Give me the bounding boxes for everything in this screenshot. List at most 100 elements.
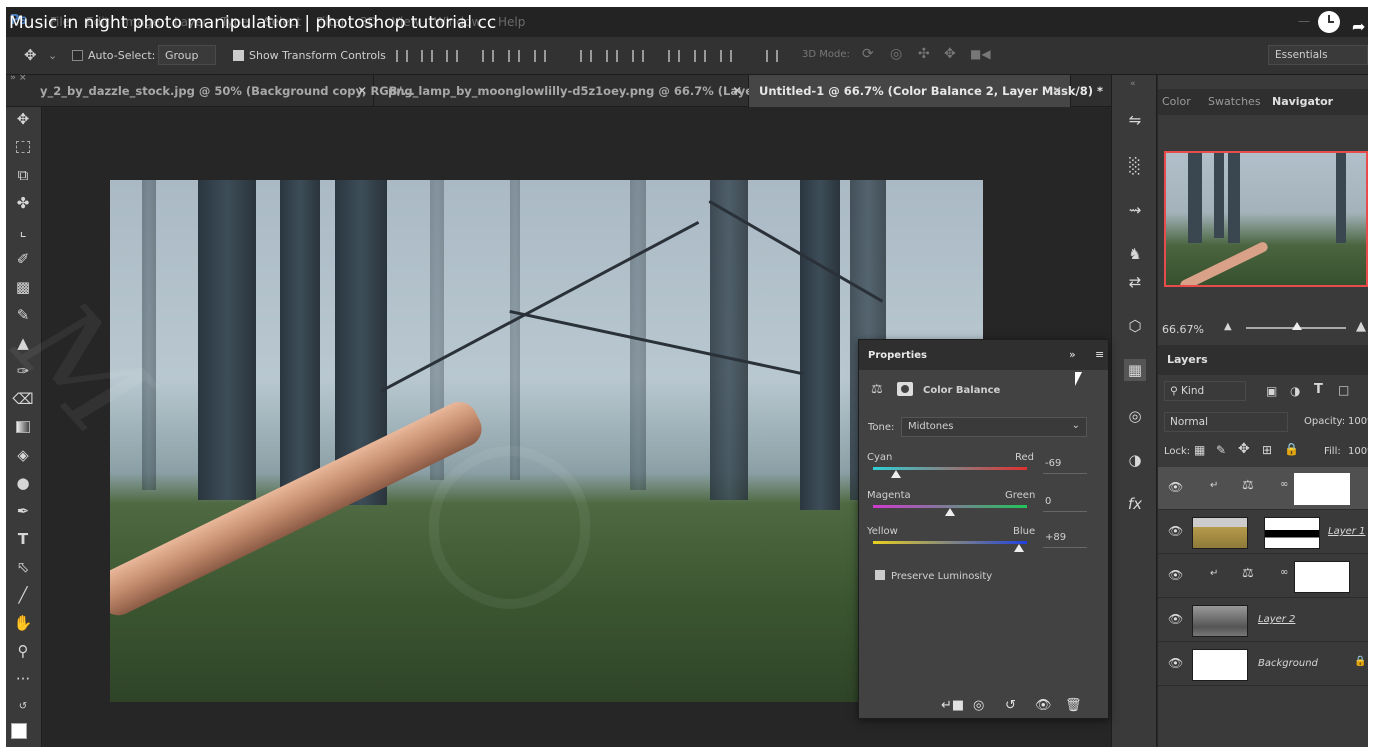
tab-navigator[interactable]: Navigator: [1272, 95, 1333, 108]
filter-adjustment-icon[interactable]: ◑: [1290, 384, 1300, 398]
blur-tool-icon[interactable]: ◈: [12, 445, 34, 465]
watch-later-clock-icon[interactable]: [1318, 11, 1340, 33]
eyedropper-tool-icon[interactable]: ✐: [12, 249, 34, 269]
brush-settings-icon[interactable]: ⇝: [1124, 199, 1146, 221]
tab-layers[interactable]: Layers: [1167, 353, 1208, 366]
menu-help[interactable]: Help: [498, 15, 525, 29]
layer-row-background[interactable]: 👁 Background 🔒: [1158, 643, 1368, 686]
magenta-green-value[interactable]: 0: [1043, 496, 1087, 512]
layer-thumbnail[interactable]: [1192, 649, 1248, 681]
gradient-tool-icon[interactable]: [12, 417, 34, 437]
layer-row-color-balance-2[interactable]: 👁 ↵ ⚖ ∞: [1158, 467, 1368, 510]
link-icon[interactable]: ∞: [1280, 567, 1288, 578]
lasso-tool-icon[interactable]: ⧉: [12, 165, 34, 185]
layer-mask-thumbnail[interactable]: [1264, 517, 1320, 549]
more-tools-icon[interactable]: ···: [12, 669, 34, 689]
tab-swatches[interactable]: Swatches: [1208, 95, 1261, 108]
layer-filter-kind[interactable]: ⚲ Kind: [1164, 381, 1246, 401]
healing-brush-tool-icon[interactable]: ▩: [12, 277, 34, 297]
align-top-icon[interactable]: [396, 50, 408, 62]
styles-icon[interactable]: fx: [1124, 493, 1146, 515]
tone-dropdown[interactable]: Midtones ⌄: [901, 417, 1087, 437]
align-left-icon[interactable]: [482, 50, 494, 62]
fill-value[interactable]: 100%: [1348, 446, 1368, 457]
lock-image-icon[interactable]: ✎: [1216, 443, 1226, 457]
visibility-eye-icon[interactable]: 👁: [1168, 656, 1183, 670]
marquee-tool-icon[interactable]: [12, 137, 34, 157]
reset-icon[interactable]: ↺: [1005, 698, 1016, 713]
move-tool-icon[interactable]: ✥: [12, 109, 34, 129]
brush-tool-icon[interactable]: ✎: [12, 305, 34, 325]
auto-align-icon[interactable]: [766, 50, 778, 62]
distribute-right-icon[interactable]: [720, 50, 732, 62]
align-right-icon[interactable]: [534, 50, 546, 62]
tab-color[interactable]: Color: [1162, 95, 1191, 108]
clip-to-layer-icon[interactable]: ↵■: [941, 698, 964, 713]
zoom-tool-icon[interactable]: ⚲: [12, 641, 34, 661]
layer-name[interactable]: Layer 2: [1258, 614, 1295, 625]
slider-handle[interactable]: [1014, 544, 1025, 552]
path-selection-tool-icon[interactable]: ⬁: [12, 557, 34, 577]
dodge-tool-icon[interactable]: ●: [12, 473, 34, 493]
slider-handle[interactable]: [945, 508, 955, 516]
cyan-red-value[interactable]: -69: [1043, 458, 1087, 474]
align-vcenter-icon[interactable]: [421, 50, 433, 62]
minimize-icon[interactable]: —: [1298, 14, 1310, 28]
navigator-preview[interactable]: [1164, 151, 1368, 287]
show-transform-checkbox[interactable]: Show Transform Controls: [233, 49, 386, 62]
layer-thumbnail[interactable]: [1192, 605, 1248, 637]
auto-select-target-dropdown[interactable]: Group: [158, 45, 216, 65]
share-icon[interactable]: ➦: [1352, 17, 1365, 36]
properties-icon[interactable]: ▦: [1124, 359, 1146, 381]
zoom-value[interactable]: 66.67%: [1162, 323, 1204, 336]
layer-mask-icon[interactable]: [897, 382, 913, 396]
zoom-out-icon[interactable]: ▲: [1224, 321, 1232, 332]
tab-lamp-png[interactable]: png_lamp_by_moonglowlilly-d5z1oey.png @ …: [374, 75, 792, 107]
yellow-blue-value[interactable]: +89: [1043, 532, 1087, 548]
zoom-slider-handle[interactable]: [1292, 322, 1302, 330]
view-previous-state-icon[interactable]: ◎: [973, 698, 984, 713]
layer-row-color-balance-1[interactable]: 👁 ↵ ⚖ ∞: [1158, 555, 1368, 598]
3d-roll-icon[interactable]: ◎: [890, 46, 902, 62]
close-icon[interactable]: ×: [732, 83, 742, 97]
chevron-down-icon[interactable]: ⌄: [48, 49, 57, 62]
type-tool-icon[interactable]: T: [12, 529, 34, 549]
layer-mask-thumbnail[interactable]: [1294, 473, 1350, 505]
3d-icon[interactable]: ⬡: [1124, 315, 1146, 337]
move-tool-icon[interactable]: ✥: [24, 46, 37, 64]
visibility-eye-icon[interactable]: 👁: [1168, 568, 1183, 582]
foreground-color-swatch[interactable]: [11, 723, 27, 739]
link-icon[interactable]: ∞: [1280, 479, 1288, 490]
zoom-in-icon[interactable]: ▲: [1356, 319, 1366, 334]
pen-tool-icon[interactable]: ✒: [12, 501, 34, 521]
3d-pan-icon[interactable]: ✣: [918, 46, 930, 62]
blend-mode-dropdown[interactable]: Normal: [1164, 412, 1288, 432]
align-bottom-icon[interactable]: [446, 50, 458, 62]
collapse-icon[interactable]: » ×: [10, 73, 27, 83]
align-hcenter-icon[interactable]: [508, 50, 520, 62]
hand-tool-icon[interactable]: ✋: [12, 613, 34, 633]
filter-pixel-icon[interactable]: ▣: [1266, 384, 1277, 398]
quick-select-tool-icon[interactable]: ✤: [12, 193, 34, 213]
tab-untitled-1[interactable]: Untitled-1 @ 66.7% (Color Balance 2, Lay…: [749, 75, 1103, 107]
visibility-eye-icon[interactable]: 👁: [1168, 480, 1183, 494]
yellow-blue-slider[interactable]: [873, 541, 1027, 544]
history-icon[interactable]: ⇋: [1124, 109, 1146, 131]
histogram-icon[interactable]: ░: [1124, 155, 1146, 177]
tab-dazzle-stock[interactable]: » × y_2_by_dazzle_stock.jpg @ 50% (Backg…: [6, 73, 415, 107]
3d-scale-icon[interactable]: ■◀: [970, 47, 991, 61]
slider-handle[interactable]: [891, 470, 902, 478]
lock-all-icon[interactable]: 🔒: [1284, 442, 1299, 456]
preserve-luminosity-checkbox[interactable]: [875, 570, 890, 581]
visibility-eye-icon[interactable]: 👁: [1168, 612, 1183, 626]
close-icon[interactable]: ×: [1052, 83, 1062, 97]
panel-menu-icon[interactable]: ≡: [1095, 348, 1104, 361]
visibility-eye-icon[interactable]: 👁: [1168, 524, 1183, 538]
lock-transparent-icon[interactable]: ▦: [1194, 443, 1205, 457]
distribute-top-icon[interactable]: [580, 50, 592, 62]
trash-icon[interactable]: 🗑: [1065, 698, 1082, 713]
crop-tool-icon[interactable]: ⌞: [12, 221, 34, 241]
distribute-hcenter-icon[interactable]: [694, 50, 706, 62]
layer-mask-thumbnail[interactable]: [1294, 561, 1350, 593]
layer-thumbnail[interactable]: [1192, 517, 1248, 549]
